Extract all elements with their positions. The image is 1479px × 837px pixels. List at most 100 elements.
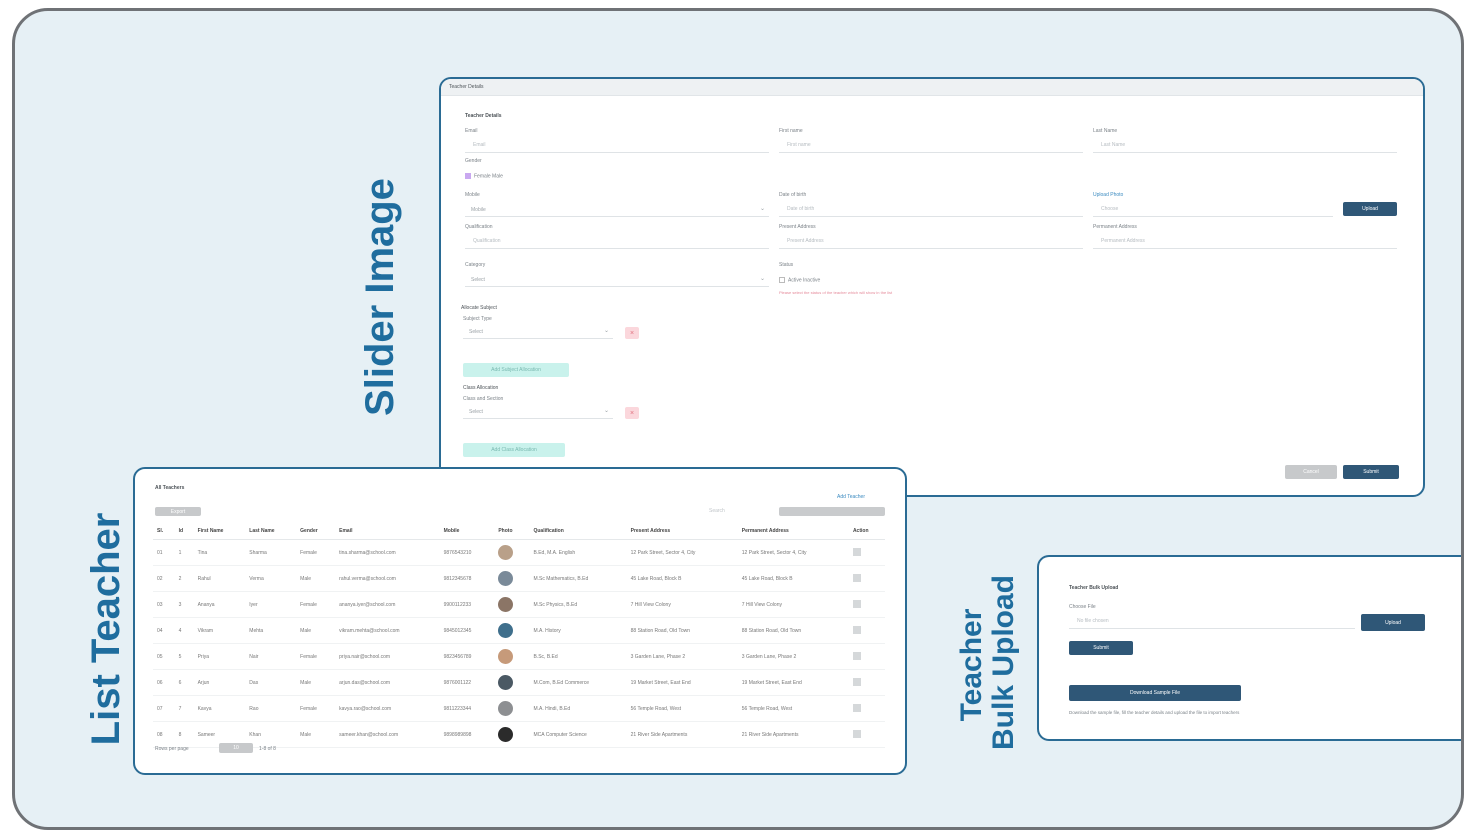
add-subject-button[interactable]: Add Subject Allocation — [463, 363, 569, 377]
table-cell: 8 — [174, 721, 194, 748]
table-cell: 19 Market Street, East End — [737, 669, 849, 696]
table-cell: Sharma — [245, 539, 297, 566]
avatar — [498, 545, 514, 560]
column-header: Qualification — [529, 523, 627, 540]
search-input[interactable]: Search — [709, 509, 725, 514]
avatar — [498, 727, 514, 742]
table-cell: 08 — [153, 721, 175, 748]
avatar — [498, 701, 514, 716]
table-cell: 21 River Side Apartments — [626, 721, 738, 748]
status-radio[interactable]: Active Inactive — [779, 277, 820, 283]
table-cell: Kavya — [193, 695, 246, 722]
table-cell: 21 River Side Apartments — [737, 721, 849, 748]
upload-photo-button[interactable]: Upload — [1343, 202, 1397, 216]
edit-icon[interactable] — [852, 599, 861, 608]
table-cell: 7 Hill View Colony — [626, 591, 738, 618]
class-select[interactable]: Select ⌄ — [463, 405, 613, 419]
add-class-button[interactable]: Add Class Allocation — [463, 443, 565, 457]
table-cell: Ananya — [193, 591, 246, 618]
table-cell: 12 Park Street, Sector 4, City — [737, 539, 849, 566]
file-input[interactable]: No file chosen — [1069, 613, 1355, 629]
edit-icon[interactable] — [852, 729, 861, 738]
mobile-field[interactable]: Mobile ⌄ — [465, 203, 769, 217]
rows-per-page-label: Rows per page — [155, 746, 189, 752]
present-address-field[interactable]: Present Address — [779, 233, 1083, 249]
add-teacher-link[interactable]: Add Teacher — [837, 495, 865, 500]
avatar — [498, 623, 514, 638]
gender-radio[interactable]: Female Male — [465, 173, 503, 179]
column-header: First Name — [193, 523, 246, 540]
export-button[interactable]: Export — [155, 507, 201, 516]
table-cell: M.Com, B.Ed Commerce — [529, 669, 627, 696]
table-cell: 88 Station Road, Old Town — [626, 617, 738, 644]
qualification-field[interactable]: Qualification — [465, 233, 769, 249]
table-cell: Vikram — [193, 617, 246, 644]
chevron-down-icon: ⌄ — [603, 328, 609, 334]
photo-cell — [494, 669, 530, 696]
table-cell: 12 Park Street, Sector 4, City — [626, 539, 738, 566]
table-cell: 19 Market Street, East End — [626, 669, 738, 696]
download-sample-button[interactable]: Download Sample File — [1069, 685, 1241, 701]
subjects-title: Allocate Subject — [461, 305, 497, 311]
permanent-address-field[interactable]: Permanent Address — [1093, 233, 1397, 249]
action-cell — [848, 643, 885, 670]
last-name-field[interactable]: Last Name — [1093, 137, 1397, 153]
action-cell — [848, 591, 885, 618]
email-label: Email — [465, 128, 478, 134]
remove-subject-button[interactable]: × — [625, 327, 639, 339]
cancel-button[interactable]: Cancel — [1285, 465, 1337, 479]
teacher-table: Sl. Id First Name Last Name Gender Email… — [153, 523, 885, 748]
table-cell: M.Sc Mathematics, B.Ed — [529, 565, 627, 592]
form-topbar: Teacher Details — [441, 79, 1423, 96]
table-cell: 7 Hill View Colony — [737, 591, 849, 618]
edit-icon[interactable] — [852, 703, 861, 712]
rows-per-page-select[interactable]: 10 — [219, 743, 253, 753]
table-cell: Male — [296, 565, 336, 592]
photo-cell — [494, 565, 530, 592]
edit-icon[interactable] — [852, 547, 861, 556]
table-cell: 9876543210 — [439, 539, 495, 566]
table-cell: tina.sharma@school.com — [335, 539, 440, 566]
photo-cell — [494, 721, 530, 748]
table-cell: 2 — [174, 565, 194, 592]
table-cell: Male — [296, 669, 336, 696]
table-row: 01 1 Tina Sharma Female tina.sharma@school.co… — [153, 539, 885, 566]
action-cell — [848, 695, 885, 722]
status-hint: Please select the status of the teacher … — [779, 290, 893, 295]
photo-cell — [494, 591, 530, 618]
edit-icon[interactable] — [852, 625, 861, 634]
table-cell: Female — [296, 591, 336, 618]
edit-icon[interactable] — [852, 677, 861, 686]
table-cell: 5 — [174, 643, 194, 670]
submit-button[interactable]: Submit — [1343, 465, 1399, 479]
table-cell: Rahul — [193, 565, 246, 592]
first-name-field[interactable]: First name — [779, 137, 1083, 153]
gender-label: Gender — [465, 158, 482, 164]
dob-label: Date of birth — [779, 192, 807, 198]
class-label: Class and Section — [463, 396, 504, 402]
edit-icon[interactable] — [852, 651, 861, 660]
avatar — [498, 675, 514, 690]
table-cell: Mehta — [245, 617, 297, 644]
table-cell: 02 — [153, 565, 175, 592]
category-select[interactable]: Select ⌄ — [465, 273, 769, 287]
dob-field[interactable]: Date of birth — [779, 201, 1083, 217]
chevron-down-icon: ⌄ — [603, 408, 609, 414]
close-icon: × — [629, 409, 635, 417]
teacher-form-panel: Teacher Details Teacher Details Email Em… — [439, 77, 1425, 497]
avatar — [498, 571, 514, 586]
photo-cell — [494, 539, 530, 566]
browse-button[interactable]: Upload — [1361, 614, 1425, 631]
column-header: Id — [174, 523, 194, 540]
email-field[interactable]: Email — [465, 137, 769, 153]
upload-submit-button[interactable]: Submit — [1069, 641, 1133, 655]
edit-icon[interactable] — [852, 573, 861, 582]
upload-photo-field[interactable]: Choose — [1093, 201, 1333, 217]
subject-type-select[interactable]: Select ⌄ — [463, 325, 613, 339]
toolbar-buttons[interactable] — [779, 507, 885, 516]
remove-class-button[interactable]: × — [625, 407, 639, 419]
table-cell: Rao — [245, 695, 297, 722]
form-topbar-title: Teacher Details — [449, 84, 484, 90]
table-cell: 9812345678 — [439, 565, 495, 592]
table-cell: priya.nair@school.com — [335, 643, 440, 670]
